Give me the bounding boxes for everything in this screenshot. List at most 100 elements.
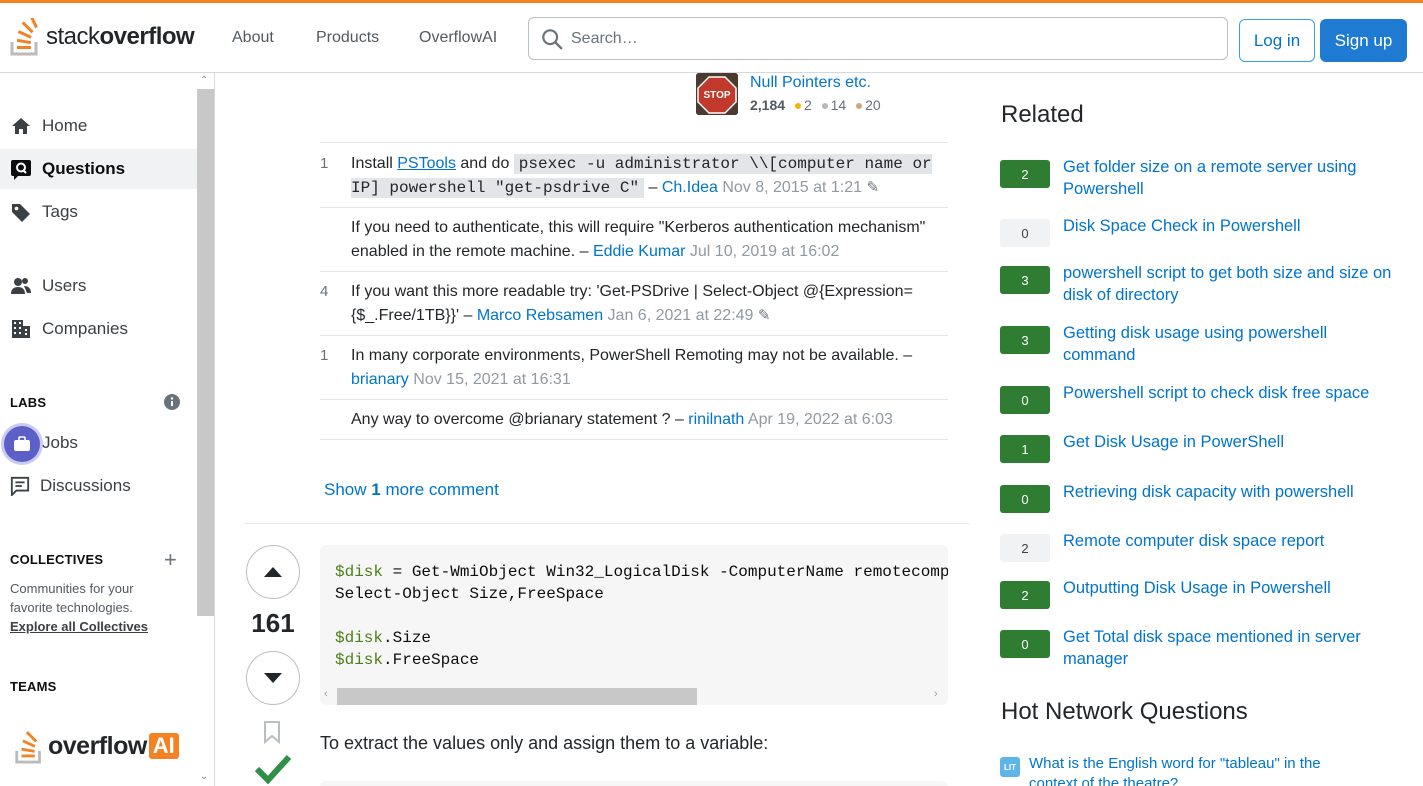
related-question-link[interactable]: Disk Space Check in Powershell bbox=[1063, 215, 1393, 237]
code-block: $disk = Get-WmiObject Win32_LogicalDisk … bbox=[320, 545, 948, 705]
sidebar-scrollbar[interactable] bbox=[197, 89, 214, 616]
sidebar-item-label: Jobs bbox=[42, 433, 78, 452]
answer-count-badge[interactable]: 2 bbox=[1000, 160, 1050, 188]
sidebar-item-label: Home bbox=[42, 116, 88, 135]
comment: If you need to authenticate, this will r… bbox=[320, 208, 948, 272]
reputation-score: 2,184 bbox=[750, 97, 786, 113]
related-question-link[interactable]: Get Total disk space mentioned in server… bbox=[1063, 626, 1393, 670]
downvote-button[interactable] bbox=[246, 651, 300, 705]
plus-icon[interactable]: + bbox=[164, 547, 177, 573]
related-question-link[interactable]: Getting disk usage using powershell comm… bbox=[1063, 322, 1393, 366]
questions-icon bbox=[11, 160, 31, 180]
gold-badge-icon bbox=[794, 102, 801, 109]
answer-count-badge[interactable]: 0 bbox=[1000, 630, 1050, 658]
related-question-link[interactable]: Get folder size on a remote server using… bbox=[1063, 156, 1393, 200]
lit-site-icon: LIT bbox=[1000, 757, 1020, 777]
nav-overflowai[interactable]: OverflowAI bbox=[419, 29, 497, 47]
comment-separator: – bbox=[898, 347, 913, 364]
comment-body: Install PSTools and do psexec -u adminis… bbox=[351, 152, 948, 200]
overflow-ai-logo[interactable]: overflow AI bbox=[14, 728, 179, 764]
show-more-comments-link[interactable]: Show 1 more comment bbox=[324, 480, 499, 500]
sidebar-item-label: Questions bbox=[42, 159, 126, 178]
bronze-badge-count: 20 bbox=[865, 97, 881, 113]
comment-date[interactable]: Jan 6, 2021 at 22:49 bbox=[608, 307, 754, 324]
user-name-link[interactable]: Null Pointers etc. bbox=[750, 74, 871, 92]
sidebar-item-discussions[interactable]: Discussions bbox=[0, 466, 197, 506]
comment-user-link[interactable]: Eddie Kumar bbox=[593, 243, 686, 260]
answer-count-badge[interactable]: 2 bbox=[1000, 534, 1050, 562]
companies-icon bbox=[12, 320, 30, 338]
scroll-right-arrow-icon[interactable]: › bbox=[934, 688, 938, 700]
related-question-link[interactable]: Powershell script to check disk free spa… bbox=[1063, 382, 1393, 404]
stack-logo-icon bbox=[15, 731, 41, 764]
hot-network-heading: Hot Network Questions bbox=[1001, 698, 1248, 725]
sidebar-item-companies[interactable]: Companies bbox=[0, 309, 197, 349]
comment-separator: – bbox=[644, 179, 662, 196]
search-box bbox=[528, 17, 1228, 60]
nav-products[interactable]: Products bbox=[316, 29, 379, 47]
login-button[interactable]: Log in bbox=[1239, 19, 1315, 62]
comment-date[interactable]: Nov 8, 2015 at 1:21 bbox=[722, 179, 862, 196]
answer-count-badge[interactable]: 1 bbox=[1000, 435, 1050, 463]
scroll-down-arrow-icon[interactable]: ⌄ bbox=[200, 771, 208, 782]
comment-score: 4 bbox=[320, 283, 329, 300]
related-heading: Related bbox=[1001, 101, 1084, 128]
comment-date[interactable]: Nov 15, 2021 at 16:31 bbox=[413, 371, 570, 388]
nav-about[interactable]: About bbox=[232, 29, 274, 47]
comment-user-link[interactable]: brianary bbox=[351, 371, 409, 388]
comment-user-link[interactable]: Marco Rebsamen bbox=[477, 307, 603, 324]
answer-paragraph: To extract the values only and assign th… bbox=[320, 733, 769, 753]
top-bar: stackoverflow About Products OverflowAI … bbox=[0, 0, 1423, 73]
comment-body: If you want this more readable try: 'Get… bbox=[351, 280, 948, 328]
comment-date[interactable]: Apr 19, 2022 at 6:03 bbox=[748, 411, 893, 428]
comment-user-link[interactable]: Ch.Idea bbox=[662, 179, 718, 196]
bookmark-icon[interactable] bbox=[262, 720, 282, 744]
sidebar-item-home[interactable]: Home bbox=[0, 106, 197, 146]
signup-button[interactable]: Sign up bbox=[1320, 19, 1407, 62]
answer-count-badge[interactable]: 3 bbox=[1000, 266, 1050, 294]
sidebar-item-jobs[interactable]: Jobs bbox=[0, 423, 197, 463]
explore-collectives-link[interactable]: Explore all Collectives bbox=[10, 619, 148, 634]
answer-count-badge[interactable]: 0 bbox=[1000, 219, 1050, 247]
scroll-up-arrow-icon[interactable]: ⌃ bbox=[200, 75, 208, 86]
code-horizontal-scrollbar[interactable] bbox=[337, 688, 697, 705]
user-reputation: 2,184 2 14 20 bbox=[750, 97, 881, 113]
related-question-link[interactable]: Remote computer disk space report bbox=[1063, 530, 1393, 552]
answer-count-badge[interactable]: 0 bbox=[1000, 386, 1050, 414]
comment-user-link[interactable]: rinilnath bbox=[688, 411, 744, 428]
comment-date[interactable]: Jul 10, 2019 at 16:02 bbox=[690, 243, 839, 260]
code-block bbox=[320, 781, 948, 786]
pencil-icon[interactable]: ✎ bbox=[866, 179, 879, 196]
comment-text: Any way to overcome @brianary statement … bbox=[351, 411, 671, 428]
sidebar-item-label: Discussions bbox=[40, 476, 131, 495]
pencil-icon[interactable]: ✎ bbox=[758, 307, 771, 324]
hot-network-question-link[interactable]: What is the English word for "tableau" i… bbox=[1029, 754, 1359, 786]
answer-count-badge[interactable]: 3 bbox=[1000, 326, 1050, 354]
stackoverflow-logo[interactable]: stackoverflow bbox=[10, 17, 195, 57]
search-input[interactable] bbox=[571, 18, 1211, 59]
silver-badge-icon bbox=[821, 102, 828, 109]
related-question-link[interactable]: Outputting Disk Usage in Powershell bbox=[1063, 577, 1393, 599]
related-question-link[interactable]: Get Disk Usage in PowerShell bbox=[1063, 431, 1393, 453]
answer-count-badge[interactable]: 0 bbox=[1000, 485, 1050, 513]
scroll-left-arrow-icon[interactable]: ‹ bbox=[324, 688, 328, 700]
comment-body: In many corporate environments, PowerShe… bbox=[351, 344, 948, 392]
stack-logo-icon bbox=[10, 18, 38, 56]
logo-text: stackoverflow bbox=[46, 23, 195, 50]
related-question-link[interactable]: powershell script to get both size and s… bbox=[1063, 262, 1393, 306]
info-icon[interactable] bbox=[164, 394, 180, 410]
upvote-button[interactable] bbox=[246, 545, 300, 599]
comment-body: If you need to authenticate, this will r… bbox=[351, 216, 948, 264]
avatar[interactable]: STOP bbox=[696, 73, 738, 115]
briefcase-icon bbox=[4, 426, 40, 462]
sidebar-item-tags[interactable]: Tags bbox=[0, 192, 197, 232]
gold-badge-count: 2 bbox=[803, 97, 812, 113]
sidebar-item-questions[interactable]: Questions bbox=[0, 149, 197, 189]
answer-count-badge[interactable]: 2 bbox=[1000, 581, 1050, 609]
arrow-down-icon bbox=[264, 673, 282, 683]
related-question-link[interactable]: Retrieving disk capacity with powershell bbox=[1063, 481, 1393, 503]
sidebar-item-users[interactable]: Users bbox=[0, 266, 197, 306]
comment: Any way to overcome @brianary statement … bbox=[320, 400, 948, 440]
pstools-link[interactable]: PSTools bbox=[397, 155, 456, 172]
silver-badge-count: 14 bbox=[830, 97, 847, 113]
